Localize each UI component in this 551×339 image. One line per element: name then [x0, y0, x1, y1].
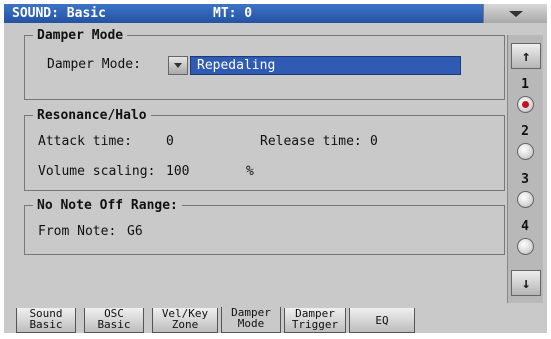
scroll-down-button[interactable]: ↓ — [511, 270, 541, 296]
layer-scrollbar[interactable]: ↑ 1 2 3 4 ↓ — [507, 35, 543, 303]
damper-mode-select[interactable]: Repedaling — [190, 56, 461, 75]
arrow-up-icon: ↑ — [521, 47, 531, 65]
release-time-label: Release time: — [260, 134, 362, 149]
resonance-section-title: Resonance/Halo — [33, 107, 151, 124]
layer-4-label: 4 — [521, 219, 529, 234]
damper-mode-panel: Damper Mode Damper Mode: Repedaling — [24, 27, 505, 100]
release-time-value[interactable]: 0 — [370, 134, 378, 150]
tab-vel-key-zone[interactable]: Vel/Key Zone — [152, 308, 218, 333]
resonance-halo-panel: Resonance/Halo Attack time: 0 Release ti… — [24, 107, 505, 191]
layer-2-label: 2 — [521, 124, 529, 139]
from-note-value[interactable]: G6 — [127, 224, 143, 240]
attack-time-label: Attack time: — [38, 134, 132, 149]
tab-osc-basic[interactable]: OSC Basic — [84, 308, 144, 333]
no-note-off-panel: No Note Off Range: From Note: G6 — [24, 197, 505, 255]
chevron-down-icon — [509, 11, 523, 17]
tab-damper-trigger[interactable]: Damper Trigger — [284, 308, 346, 333]
tab-label-line1: EQ — [375, 314, 389, 327]
volume-scaling-label: Volume scaling: — [38, 164, 156, 179]
damper-mode-label: Damper Mode: — [47, 57, 141, 72]
layer-3-radio[interactable] — [517, 191, 534, 208]
layer-2-radio[interactable] — [517, 143, 534, 160]
tab-label-line2: Zone — [171, 318, 199, 331]
mt-indicator: MT: 0 — [213, 6, 253, 21]
volume-scaling-unit: % — [246, 164, 254, 179]
tab-eq[interactable]: EQ — [349, 308, 415, 333]
page-menu-button[interactable] — [483, 4, 547, 23]
page-tabs: Sound Basic OSC Basic Vel/Key Zone Dampe… — [4, 307, 547, 333]
dropdown-arrow-icon — [174, 63, 182, 68]
attack-time-value[interactable]: 0 — [166, 134, 174, 150]
scroll-up-button[interactable]: ↑ — [511, 43, 541, 69]
page-title: SOUND: Basic — [12, 6, 106, 21]
title-bar: SOUND: Basic MT: 0 — [4, 4, 483, 23]
layer-1-label: 1 — [521, 77, 529, 92]
tab-damper-mode[interactable]: Damper Mode — [221, 307, 281, 333]
tab-sound-basic[interactable]: Sound Basic — [16, 308, 76, 333]
arrow-down-icon: ↓ — [521, 274, 531, 292]
layer-1-radio[interactable] — [517, 96, 534, 113]
tab-label-line2: Basic — [29, 318, 63, 331]
tab-label-line2: Basic — [97, 318, 131, 331]
volume-scaling-value[interactable]: 100 — [166, 164, 189, 180]
from-note-label: From Note: — [38, 224, 117, 239]
tab-label-line2: Trigger — [291, 318, 339, 331]
layer-3-label: 3 — [521, 172, 529, 187]
damper-mode-section-title: Damper Mode — [33, 27, 128, 44]
damper-mode-dropdown-button[interactable] — [168, 56, 188, 75]
layer-4-radio[interactable] — [517, 238, 534, 255]
tab-label-line2: Mode — [237, 317, 265, 330]
sound-edit-screen: SOUND: Basic MT: 0 Damper Mode Damper Mo… — [4, 4, 547, 333]
no-note-off-section-title: No Note Off Range: — [33, 197, 182, 214]
